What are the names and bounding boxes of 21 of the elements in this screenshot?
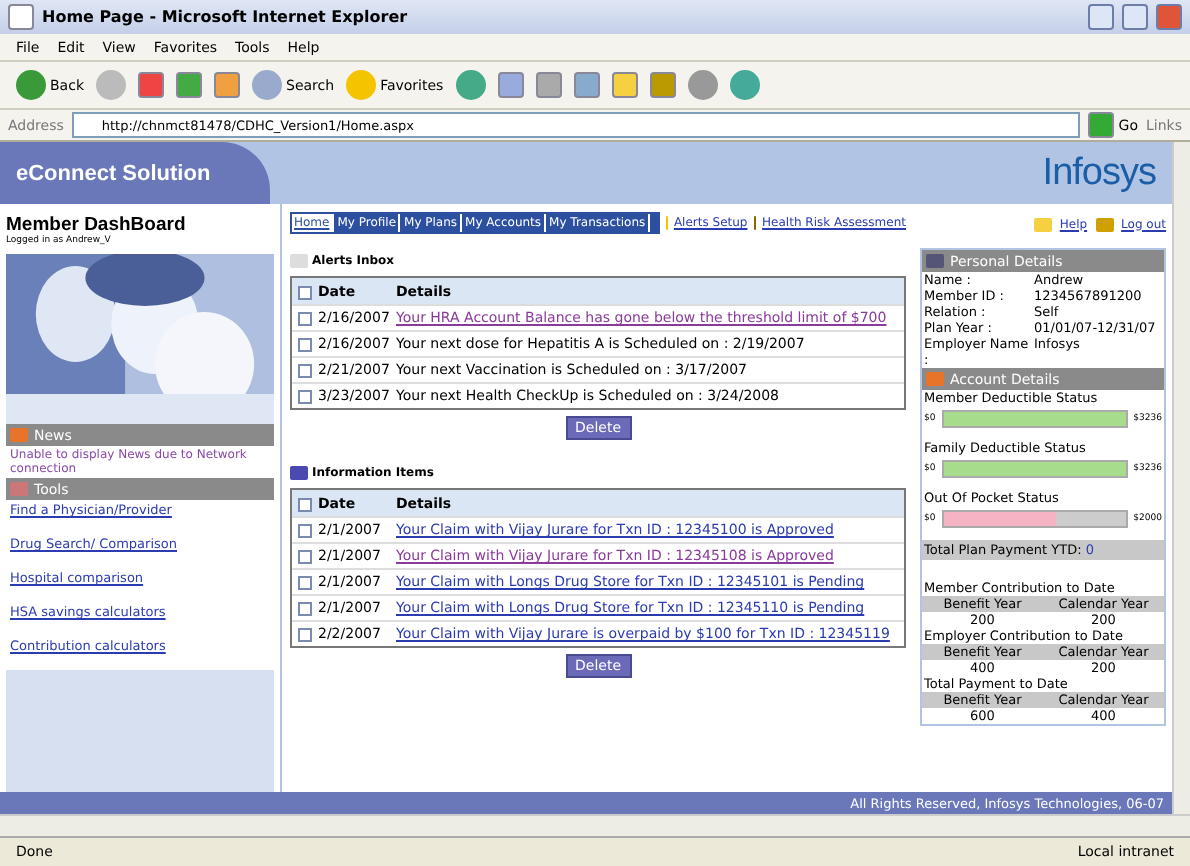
- brand-name: eConnect Solution: [0, 142, 271, 204]
- minimize-button[interactable]: [1088, 4, 1114, 30]
- page-title: Member DashBoard: [4, 212, 188, 236]
- checkbox[interactable]: [298, 364, 312, 378]
- checkbox[interactable]: [298, 498, 312, 512]
- page-icon: [8, 4, 34, 30]
- logo: Infosys: [1042, 151, 1158, 195]
- scrollbar[interactable]: [0, 814, 1190, 836]
- scrollbar[interactable]: [1172, 142, 1190, 814]
- checkbox[interactable]: [298, 286, 312, 300]
- checkbox[interactable]: [298, 628, 312, 642]
- checkbox[interactable]: [298, 524, 312, 538]
- checkbox[interactable]: [298, 312, 312, 326]
- checkbox[interactable]: [298, 576, 312, 590]
- checkbox[interactable]: [298, 550, 312, 564]
- checkbox[interactable]: [298, 338, 312, 352]
- forward-button[interactable]: [96, 70, 126, 100]
- checkbox[interactable]: [298, 602, 312, 616]
- window-title: Home Page - Microsoft Internet Explorer: [42, 8, 410, 26]
- checkbox[interactable]: [298, 390, 312, 404]
- maximize-button[interactable]: [1122, 4, 1148, 30]
